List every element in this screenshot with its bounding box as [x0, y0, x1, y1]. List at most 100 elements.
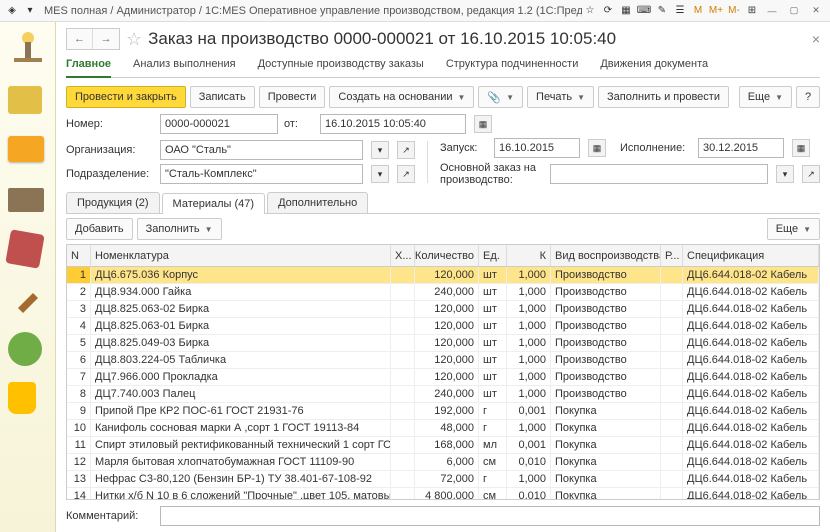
print-button[interactable]: Печать▼: [527, 86, 594, 108]
table-row[interactable]: 6ДЦ8.803.224-05 Табличка120,000шт1,000Пр…: [67, 352, 819, 369]
add-row-button[interactable]: Добавить: [66, 218, 133, 240]
tab-analysis[interactable]: Анализ выполнения: [133, 54, 236, 77]
tb-tool-icon[interactable]: ⊞: [744, 3, 760, 19]
sidebar-item-desk[interactable]: [8, 28, 48, 68]
calendar-icon[interactable]: ▦: [588, 139, 606, 157]
cell-spec: ДЦ6.644.018-02 Кабель: [683, 284, 819, 300]
close-button[interactable]: ✕: [806, 3, 826, 19]
col-r[interactable]: Р...: [661, 245, 683, 266]
tb-tool-icon[interactable]: ☆: [582, 3, 598, 19]
table-row[interactable]: 4ДЦ8.825.063-01 Бирка120,000шт1,000Произ…: [67, 318, 819, 335]
col-spec[interactable]: Спецификация: [683, 245, 819, 266]
tb-tool-icon[interactable]: ⟳: [600, 3, 616, 19]
cell-vid: Производство: [551, 318, 661, 334]
subtab-products[interactable]: Продукция (2): [66, 192, 160, 213]
table-row[interactable]: 11Спирт этиловый ректификованный техниче…: [67, 437, 819, 454]
col-x[interactable]: Х...: [391, 245, 415, 266]
attachment-button[interactable]: 📎▼: [478, 86, 523, 108]
tb-mminus-button[interactable]: M-: [726, 3, 742, 19]
tab-movements[interactable]: Движения документа: [600, 54, 708, 77]
table-row[interactable]: 5ДЦ8.825.049-03 Бирка120,000шт1,000Произ…: [67, 335, 819, 352]
tb-m-button[interactable]: M: [690, 3, 706, 19]
tb-mplus-button[interactable]: M+: [708, 3, 724, 19]
subtab-materials[interactable]: Материалы (47): [162, 193, 266, 214]
cell-k: 1,000: [507, 301, 551, 317]
col-coeff[interactable]: К: [507, 245, 551, 266]
cell-k: 0,001: [507, 437, 551, 453]
cell-n: 10: [67, 420, 91, 436]
nav-forward-button[interactable]: →: [93, 29, 119, 49]
more-button[interactable]: Еще▼: [739, 86, 792, 108]
table-row[interactable]: 2ДЦ8.934.000 Гайка240,000шт1,000Производ…: [67, 284, 819, 301]
cell-qty: 240,000: [415, 284, 479, 300]
dept-field[interactable]: "Сталь-Комплекс": [160, 164, 363, 184]
sidebar-item-tools[interactable]: [8, 228, 48, 268]
open-icon[interactable]: ↗: [397, 141, 415, 159]
nav-back-button[interactable]: ←: [67, 29, 93, 49]
save-button[interactable]: Записать: [190, 86, 255, 108]
table-row[interactable]: 1ДЦ6.675.036 Корпус120,000шт1,000Произво…: [67, 267, 819, 284]
app-icon: ◈: [4, 3, 20, 19]
cell-unit: шт: [479, 267, 507, 283]
cell-qty: 120,000: [415, 352, 479, 368]
tab-main[interactable]: Главное: [66, 54, 111, 78]
close-document-button[interactable]: ×: [812, 31, 820, 47]
subtab-additional[interactable]: Дополнительно: [267, 192, 368, 213]
col-unit[interactable]: Ед.: [479, 245, 507, 266]
tb-tool-icon[interactable]: ✎: [654, 3, 670, 19]
col-n[interactable]: N: [67, 245, 91, 266]
org-field[interactable]: ОАО "Сталь": [160, 140, 363, 160]
table-row[interactable]: 3ДЦ8.825.063-02 Бирка120,000шт1,000Произ…: [67, 301, 819, 318]
table-row[interactable]: 10Канифоль сосновая марки А ,сорт 1 ГОСТ…: [67, 420, 819, 437]
maximize-button[interactable]: ▢: [784, 3, 804, 19]
sidebar-item-database[interactable]: [8, 378, 48, 418]
post-button[interactable]: Провести: [259, 86, 326, 108]
col-reproduction[interactable]: Вид воспроизводства: [551, 245, 661, 266]
select-icon[interactable]: ▾: [371, 165, 389, 183]
post-and-close-button[interactable]: Провести и закрыть: [66, 86, 186, 108]
number-field[interactable]: 0000-000021: [160, 114, 278, 134]
tab-available-orders[interactable]: Доступные производству заказы: [258, 54, 424, 77]
fill-and-post-button[interactable]: Заполнить и провести: [598, 86, 729, 108]
create-based-button[interactable]: Создать на основании▼: [329, 86, 474, 108]
grid-more-button[interactable]: Еще▼: [767, 218, 820, 240]
sidebar-item-folders[interactable]: [8, 78, 48, 118]
favorite-star-icon[interactable]: ☆: [126, 29, 142, 50]
sidebar-item-cycle[interactable]: [8, 328, 48, 368]
cell-r: [661, 318, 683, 334]
from-date-field[interactable]: 16.10.2015 10:05:40: [320, 114, 466, 134]
exec-date-field[interactable]: 30.12.2015: [698, 138, 784, 158]
comment-field[interactable]: [160, 506, 820, 526]
calendar-icon[interactable]: ▦: [474, 115, 492, 133]
col-quantity[interactable]: Количество: [415, 245, 479, 266]
help-button[interactable]: ?: [796, 86, 820, 108]
start-date-field[interactable]: 16.10.2015: [494, 138, 580, 158]
open-icon[interactable]: ↗: [397, 165, 415, 183]
table-row[interactable]: 12Марля бытовая хлопчатобумажная ГОСТ 11…: [67, 454, 819, 471]
minimize-button[interactable]: —: [762, 3, 782, 19]
tb-tool-icon[interactable]: ⌨: [636, 3, 652, 19]
col-nomenclature[interactable]: Номенклатура: [91, 245, 391, 266]
table-row[interactable]: 8ДЦ7.740.003 Палец240,000шт1,000Производ…: [67, 386, 819, 403]
calendar-icon[interactable]: ▦: [792, 139, 810, 157]
select-icon[interactable]: ▾: [776, 165, 794, 183]
table-row[interactable]: 7ДЦ7.966.000 Прокладка120,000шт1,000Прои…: [67, 369, 819, 386]
table-row[interactable]: 14Нитки х/б N 10 в 6 сложений "Прочные" …: [67, 488, 819, 499]
tb-tool-icon[interactable]: ☰: [672, 3, 688, 19]
open-icon[interactable]: ↗: [802, 165, 820, 183]
sidebar-item-box[interactable]: [8, 128, 48, 168]
cell-vid: Производство: [551, 335, 661, 351]
sidebar-item-truck[interactable]: [8, 178, 48, 218]
grid-body[interactable]: 1ДЦ6.675.036 Корпус120,000шт1,000Произво…: [67, 267, 819, 499]
tb-tool-icon[interactable]: ▦: [618, 3, 634, 19]
select-icon[interactable]: ▾: [371, 141, 389, 159]
base-order-field[interactable]: [550, 164, 768, 184]
table-row[interactable]: 9Припой Пре КР2 ПОС-61 ГОСТ 21931-76192,…: [67, 403, 819, 420]
fill-button[interactable]: Заполнить▼: [137, 218, 222, 240]
dropdown-icon[interactable]: ▾: [22, 3, 38, 19]
materials-grid: N Номенклатура Х... Количество Ед. К Вид…: [66, 244, 820, 500]
tab-structure[interactable]: Структура подчиненности: [446, 54, 579, 77]
table-row[interactable]: 13Нефрас С3-80,120 (Бензин БР-1) ТУ 38.4…: [67, 471, 819, 488]
cell-spec: ДЦ6.644.018-02 Кабель: [683, 420, 819, 436]
sidebar-item-wrench[interactable]: [8, 278, 48, 318]
